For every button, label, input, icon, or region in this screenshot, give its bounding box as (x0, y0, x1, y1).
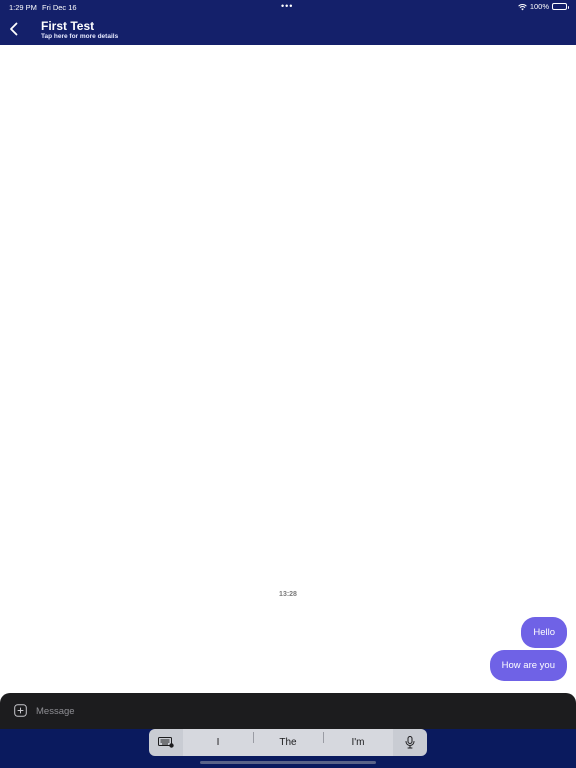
multitasking-dots-icon[interactable]: ••• (281, 1, 293, 11)
back-chevron-icon[interactable] (8, 22, 20, 36)
keyboard-icon[interactable] (149, 729, 183, 756)
status-bar: 1:29 PM Fri Dec 16 ••• 100% (0, 0, 576, 14)
message-input[interactable] (36, 703, 536, 719)
status-date: Fri Dec 16 (42, 3, 77, 12)
battery-percent: 100% (529, 2, 549, 11)
suggestion-list: I The I'm (183, 729, 393, 756)
wifi-icon (518, 3, 527, 10)
battery-icon (552, 3, 569, 10)
chat-subtitle[interactable]: Tap here for more details (41, 33, 118, 40)
outgoing-message-bubble[interactable]: How are you (489, 650, 567, 681)
suggestion-1[interactable]: I (183, 737, 253, 748)
status-right: 100% (518, 2, 569, 11)
suggestion-3[interactable]: I'm (323, 732, 393, 748)
message-composer (0, 693, 576, 729)
chat-title[interactable]: First Test (41, 19, 94, 33)
keyboard-area: I The I'm (0, 729, 576, 768)
predictive-text-bar: I The I'm (149, 729, 427, 756)
message-timestamp: 13:28 (279, 591, 297, 598)
status-time: 1:29 PM (9, 3, 37, 12)
microphone-icon[interactable] (393, 729, 427, 756)
top-bar: 1:29 PM Fri Dec 16 ••• 100% First Test T… (0, 0, 576, 45)
attachment-icon[interactable] (14, 704, 27, 717)
message-list[interactable]: 13:28 Hello How are you (0, 45, 576, 693)
suggestion-2[interactable]: The (253, 732, 323, 748)
home-indicator[interactable] (200, 761, 376, 764)
outgoing-message-bubble[interactable]: Hello (521, 617, 567, 648)
